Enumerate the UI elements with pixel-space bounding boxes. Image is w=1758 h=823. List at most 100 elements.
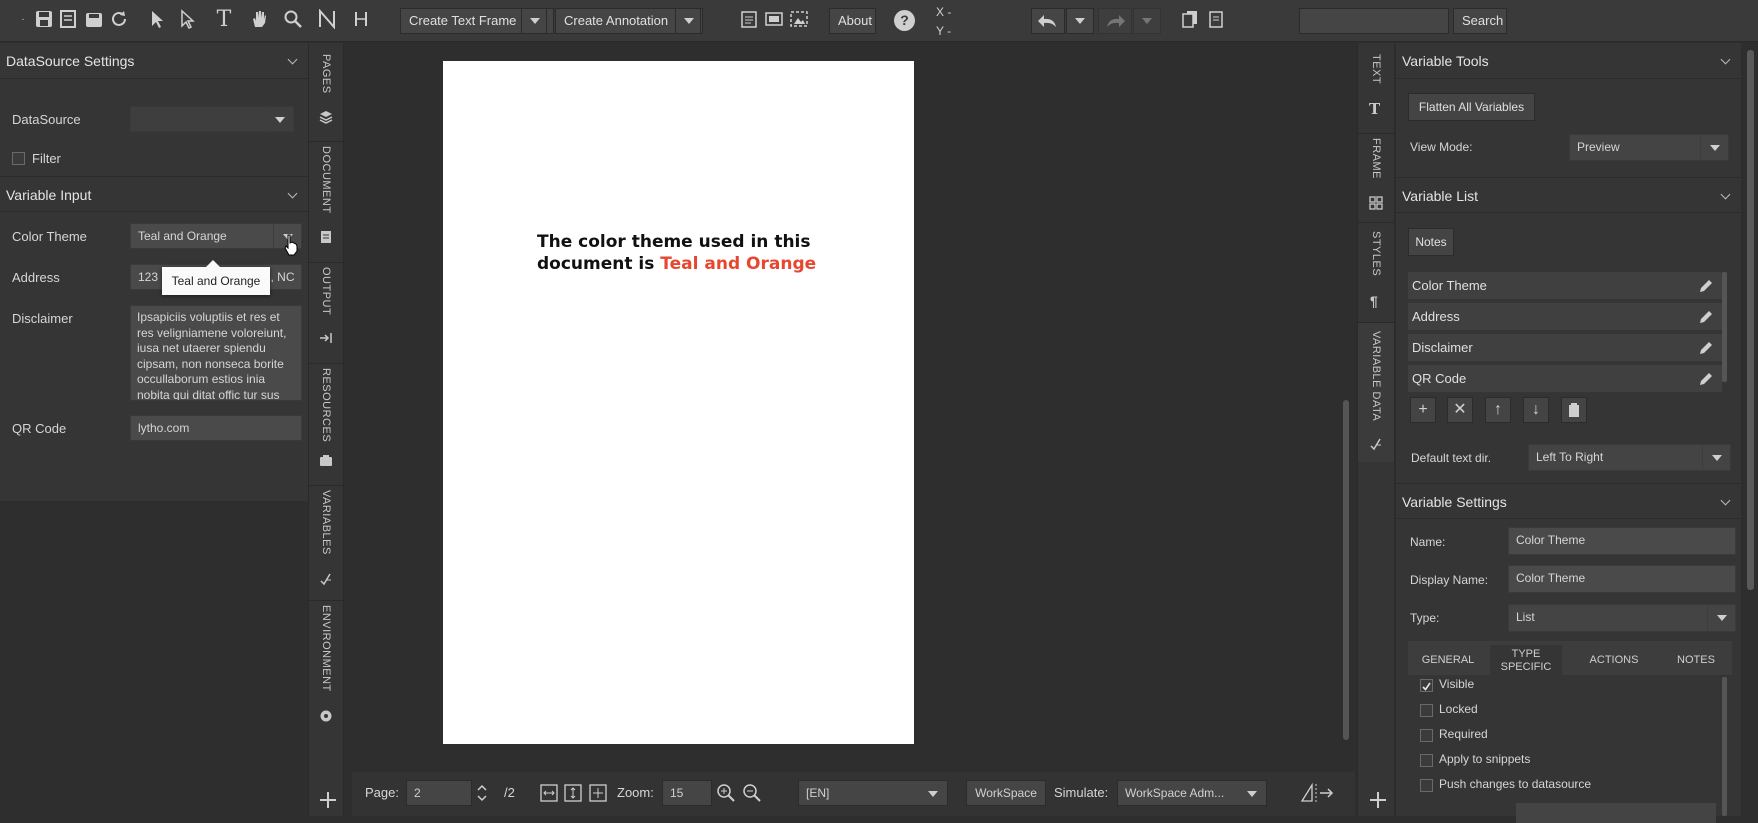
variable-list-header[interactable]: Variable List xyxy=(1396,177,1741,213)
save-as-icon[interactable] xyxy=(58,9,80,31)
undo-button[interactable] xyxy=(1031,8,1065,34)
hand-icon[interactable] xyxy=(248,9,270,31)
image-frame-icon[interactable] xyxy=(788,9,810,31)
variable-list-item[interactable]: Address xyxy=(1408,303,1722,331)
zoom-icon[interactable] xyxy=(282,9,304,31)
add-variable-button[interactable]: + xyxy=(1410,397,1436,423)
about-button[interactable]: About xyxy=(829,8,876,34)
paste-page-icon[interactable] xyxy=(1205,9,1227,31)
tab-variable-data[interactable]: VARIABLE DATA xyxy=(1358,322,1394,462)
save-copy-icon[interactable] xyxy=(83,9,105,31)
pencil-icon[interactable] xyxy=(1698,340,1714,356)
delete-variable-button[interactable]: ✕ xyxy=(1447,397,1473,423)
canvas-scrollbar[interactable] xyxy=(1343,400,1349,740)
visible-checkbox[interactable] xyxy=(1420,679,1433,692)
partially-visible-field[interactable] xyxy=(1516,803,1716,823)
fit-page-icon[interactable] xyxy=(589,783,607,803)
view-mode-select[interactable]: Preview xyxy=(1569,134,1729,161)
datasource-settings-header[interactable]: DataSource Settings xyxy=(0,43,308,79)
tab-variables[interactable]: VARIABLES xyxy=(309,485,343,595)
tab-pages[interactable]: PAGES xyxy=(309,50,343,130)
document-page[interactable]: The color theme used in this document is… xyxy=(443,61,914,744)
datasource-select[interactable] xyxy=(130,106,294,132)
locked-checkbox[interactable] xyxy=(1420,704,1433,717)
refresh-icon[interactable] xyxy=(108,9,130,31)
tab-actions[interactable]: ACTIONS xyxy=(1572,645,1656,675)
redo-dropdown[interactable] xyxy=(1133,8,1161,34)
save-icon[interactable] xyxy=(33,9,55,31)
undo-dropdown[interactable] xyxy=(1066,8,1094,34)
measure-tool-icon[interactable] xyxy=(350,9,372,31)
fit-height-icon[interactable] xyxy=(564,783,582,803)
tab-text[interactable]: TEXT T xyxy=(1358,50,1394,128)
move-down-button[interactable]: ↓ xyxy=(1523,397,1549,423)
select-arrow-icon[interactable] xyxy=(146,9,168,31)
tab-styles[interactable]: STYLES ¶ xyxy=(1358,222,1394,318)
page-number-input[interactable]: 2 xyxy=(406,780,472,806)
frame-icon[interactable] xyxy=(763,9,785,31)
tab-environment[interactable]: ENVIRONMENT xyxy=(309,600,343,730)
display-name-input[interactable]: Color Theme xyxy=(1508,565,1736,593)
tab-general[interactable]: GENERAL xyxy=(1410,645,1486,675)
simulate-select[interactable]: WorkSpace Adm... xyxy=(1117,780,1267,806)
type-select[interactable]: List xyxy=(1508,604,1736,632)
tooltip: Teal and Orange xyxy=(162,260,270,295)
flip-direction-icon[interactable] xyxy=(1300,782,1336,804)
right-panel-scrollbar[interactable] xyxy=(1747,50,1754,590)
page-text-line2: document is Teal and Orange xyxy=(537,254,817,274)
add-left-tab-icon[interactable] xyxy=(318,790,338,810)
default-text-dir-select[interactable]: Left To Right xyxy=(1528,444,1731,471)
variable-list-item[interactable]: Disclaimer xyxy=(1408,334,1722,362)
tab-notes[interactable]: NOTES xyxy=(1660,645,1732,675)
create-text-frame-dropdown[interactable] xyxy=(521,8,547,34)
language-select[interactable]: [EN] xyxy=(798,780,948,806)
pencil-icon[interactable] xyxy=(1698,278,1714,294)
search-input[interactable] xyxy=(1299,8,1449,34)
variable-tools-header[interactable]: Variable Tools xyxy=(1396,43,1741,79)
push-changes-checkbox[interactable] xyxy=(1420,779,1433,792)
qr-code-input[interactable]: lytho.com xyxy=(130,415,302,441)
path-tool-icon[interactable] xyxy=(316,8,338,31)
duplicate-variable-button[interactable] xyxy=(1561,397,1587,423)
variable-input-header[interactable]: Variable Input xyxy=(0,176,308,212)
notes-button[interactable]: Notes xyxy=(1408,228,1454,256)
zoom-input[interactable]: 15 xyxy=(662,780,712,806)
create-annotation-dropdown[interactable] xyxy=(675,8,701,34)
direct-select-icon[interactable] xyxy=(176,9,198,31)
required-checkbox[interactable] xyxy=(1420,729,1433,742)
text-icon: T xyxy=(1369,100,1381,118)
zoom-out-icon[interactable] xyxy=(742,783,762,803)
redo-button[interactable] xyxy=(1098,8,1132,34)
tab-resources[interactable]: RESOURCES xyxy=(309,363,343,473)
variable-list-scrollbar[interactable] xyxy=(1722,272,1727,382)
text-tool-icon[interactable]: T xyxy=(213,9,235,31)
flatten-all-variables-button[interactable]: Flatten All Variables xyxy=(1408,93,1535,121)
workspace-button[interactable]: WorkSpace xyxy=(966,780,1046,806)
color-theme-label: Color Theme xyxy=(12,229,87,244)
page-stepper-icon[interactable] xyxy=(474,780,490,806)
pencil-icon[interactable] xyxy=(1698,309,1714,325)
settings-scrollbar[interactable] xyxy=(1722,677,1727,816)
filter-checkbox[interactable] xyxy=(12,152,25,165)
document-icon[interactable] xyxy=(738,9,760,31)
variable-list-item[interactable]: Color Theme xyxy=(1408,272,1722,300)
help-icon[interactable]: ? xyxy=(894,10,915,31)
tab-type-specific[interactable]: TYPE SPECIFIC xyxy=(1490,645,1562,675)
color-theme-select[interactable]: Teal and Orange xyxy=(130,223,302,249)
fit-width-icon[interactable] xyxy=(540,783,558,803)
pencil-icon[interactable] xyxy=(1698,371,1714,387)
apply-to-snippets-checkbox[interactable] xyxy=(1420,754,1433,767)
tab-frame[interactable]: FRAME xyxy=(1358,133,1394,217)
zoom-in-icon[interactable] xyxy=(716,783,736,803)
tab-document[interactable]: DOCUMENT xyxy=(309,141,343,251)
search-button[interactable]: Search xyxy=(1453,8,1507,34)
tab-output[interactable]: OUTPUT xyxy=(309,262,343,350)
add-right-tab-icon[interactable] xyxy=(1368,790,1388,810)
move-up-button[interactable]: ↑ xyxy=(1485,397,1511,423)
name-input[interactable]: Color Theme xyxy=(1508,527,1736,555)
variable-settings-header[interactable]: Variable Settings xyxy=(1396,483,1741,519)
page-text-frame[interactable]: The color theme used in this document is… xyxy=(537,231,867,275)
variable-list-item[interactable]: QR Code xyxy=(1408,365,1722,393)
copy-page-icon[interactable] xyxy=(1179,9,1201,31)
disclaimer-textarea[interactable]: Ipsapiciis voluptiis et res et res velig… xyxy=(130,305,302,401)
